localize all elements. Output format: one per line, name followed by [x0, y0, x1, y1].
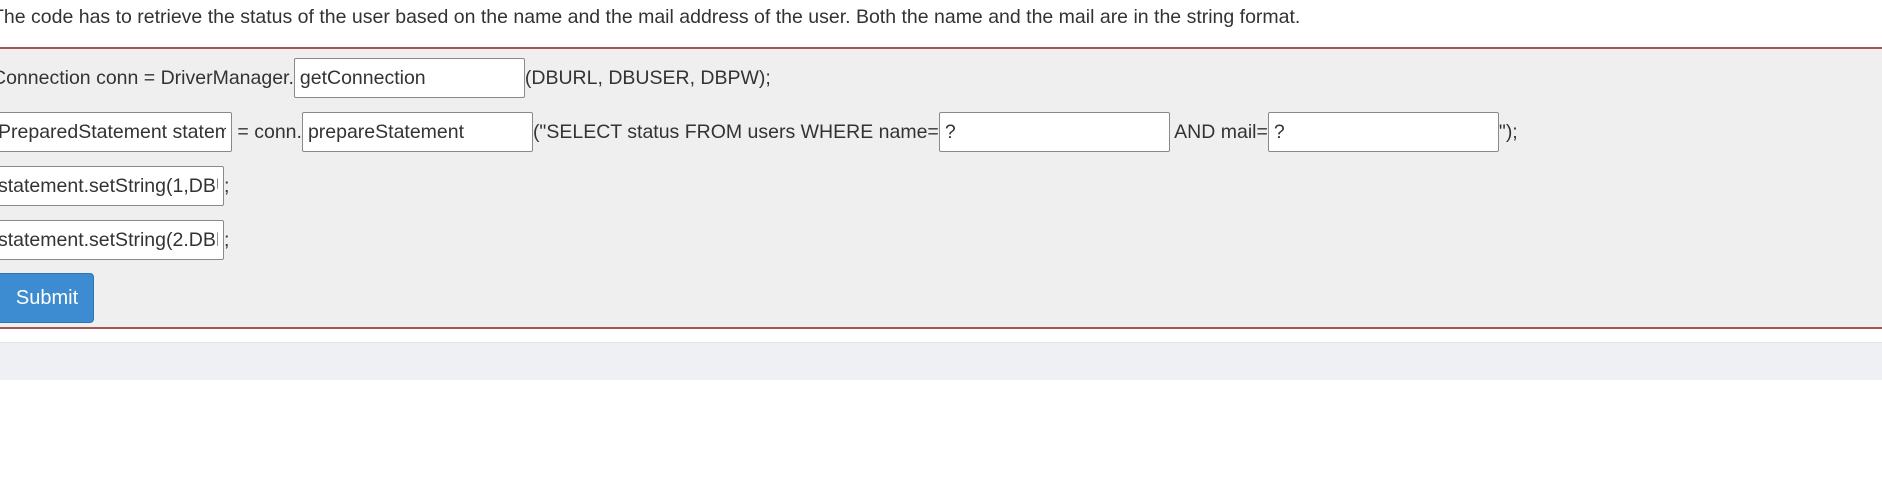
code-text: ;	[224, 174, 230, 197]
code-line-2: = conn. ("SELECT status FROM users WHERE…	[0, 112, 1518, 152]
set-string-2-field[interactable]	[0, 220, 224, 260]
mail-parameter-field[interactable]	[1267, 112, 1499, 152]
get-connection-field[interactable]	[293, 58, 525, 98]
submit-button[interactable]: Submit	[0, 273, 94, 323]
code-panel: Connection conn = DriverManager. (DBURL,…	[0, 47, 1882, 329]
code-text: ;	[224, 228, 230, 251]
set-string-1-field[interactable]	[0, 166, 224, 206]
code-text: ("SELECT status FROM users WHERE name=	[532, 120, 939, 143]
question-instruction: The code has to retrieve the status of t…	[0, 6, 1301, 28]
code-text: ");	[1498, 120, 1518, 143]
page: The code has to retrieve the status of t…	[0, 0, 1882, 503]
footer-strip	[0, 342, 1882, 380]
name-parameter-field[interactable]	[938, 112, 1170, 152]
code-text: Connection conn = DriverManager.	[0, 66, 294, 89]
prepared-statement-field[interactable]	[0, 112, 232, 152]
code-text: (DBURL, DBUSER, DBPW);	[524, 66, 771, 89]
prepare-statement-field[interactable]	[301, 112, 533, 152]
code-line-1: Connection conn = DriverManager. (DBURL,…	[0, 58, 771, 98]
code-line-3: ;	[0, 166, 229, 206]
code-text: AND mail=	[1169, 120, 1268, 143]
code-text: = conn.	[232, 120, 302, 143]
code-line-4: ;	[0, 220, 229, 260]
